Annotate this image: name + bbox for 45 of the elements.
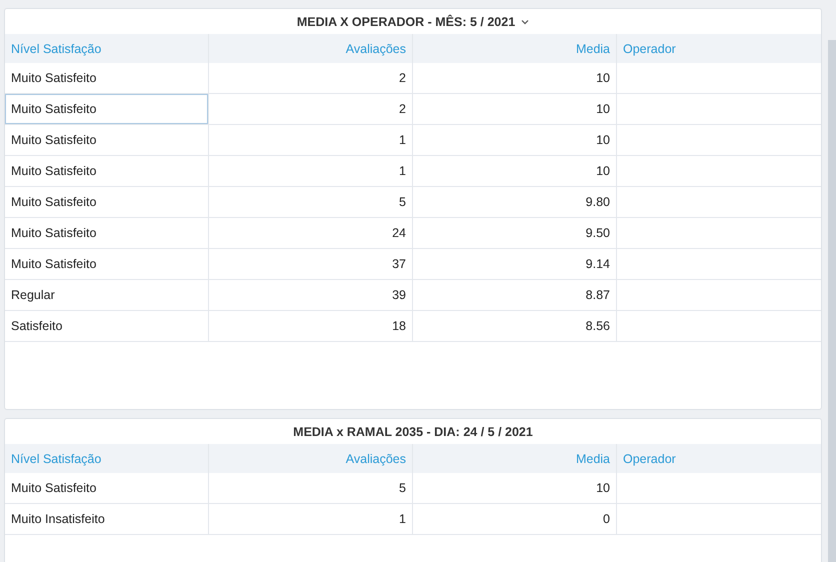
- column-header[interactable]: Operador: [617, 34, 821, 63]
- table-cell: 10: [413, 156, 617, 187]
- column-header[interactable]: Avaliações: [209, 444, 413, 473]
- scrollbar-thumb[interactable]: [828, 40, 836, 562]
- column-header[interactable]: Operador: [617, 444, 821, 473]
- table-cell: 8.87: [413, 280, 617, 311]
- table-cell: 8.56: [413, 311, 617, 342]
- table-cell: 37: [209, 249, 413, 280]
- table-cell: Muito Satisfeito: [5, 94, 209, 125]
- column-header[interactable]: Nível Satisfação: [5, 444, 209, 473]
- table-title: MEDIA X OPERADOR - MÊS: 5 / 2021: [296, 14, 516, 28]
- table-cell: Muito Satisfeito: [5, 218, 209, 249]
- table-title: MEDIA x RAMAL 2035 - DIA: 24 / 5 / 2021: [293, 424, 533, 438]
- column-header[interactable]: Avaliações: [209, 34, 413, 63]
- table-cell: 9.50: [413, 218, 617, 249]
- table-cell: 10: [413, 125, 617, 156]
- table-cell: Muito Satisfeito: [5, 187, 209, 218]
- table-cell: 9.14: [413, 249, 617, 280]
- table-cell: 2: [209, 63, 413, 94]
- table-cell: 1: [209, 156, 413, 187]
- column-header[interactable]: Media: [413, 444, 617, 473]
- chevron-down-icon[interactable]: [521, 18, 530, 24]
- table-cell: 39: [209, 280, 413, 311]
- table-cell: Muito Satisfeito: [5, 125, 209, 156]
- table-cell: 10: [413, 94, 617, 125]
- table-cell: Muito Satisfeito: [5, 63, 209, 94]
- table-cell: 0: [413, 504, 617, 535]
- table-cell: Muito Satisfeito: [5, 156, 209, 187]
- table-cell: 18: [209, 311, 413, 342]
- table-cell: 2: [209, 94, 413, 125]
- table-cell: Muito Satisfeito: [5, 249, 209, 280]
- table-cell: 1: [209, 504, 413, 535]
- table-cell: 9.80: [413, 187, 617, 218]
- table-cell: Regular: [5, 280, 209, 311]
- column-header[interactable]: Media: [413, 34, 617, 63]
- table-cell: 5: [209, 187, 413, 218]
- column-header[interactable]: Nível Satisfação: [5, 34, 209, 63]
- table-cell: 24: [209, 218, 413, 249]
- table-cell: Muito Insatisfeito: [5, 504, 209, 535]
- table-cell: 1: [209, 125, 413, 156]
- table-cell: Muito Satisfeito: [5, 473, 209, 504]
- table-cell: Satisfeito: [5, 311, 209, 342]
- table-cell: 10: [413, 473, 617, 504]
- table-cell: 10: [413, 63, 617, 94]
- table-cell: 5: [209, 473, 413, 504]
